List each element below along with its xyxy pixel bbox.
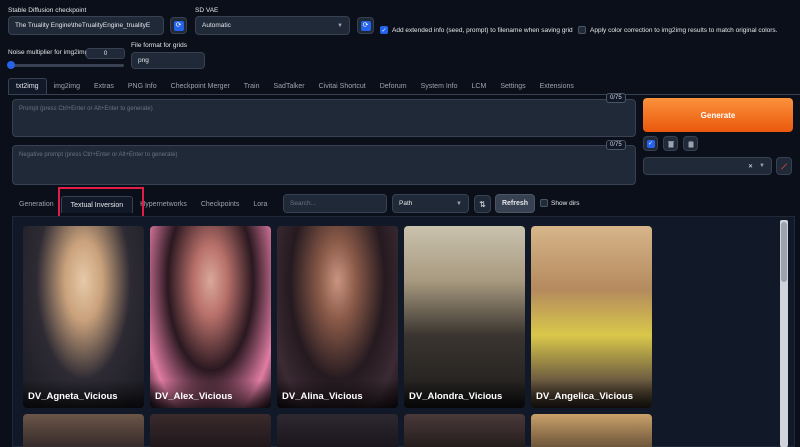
card-name: DV_Agneta_Vicious — [28, 391, 118, 402]
tab-settings[interactable]: Settings — [493, 78, 532, 94]
sort-dropdown[interactable]: Path ▼ — [392, 194, 469, 213]
card-angelica[interactable]: DV_Angelica_Vicious — [531, 226, 652, 408]
clear-icon[interactable]: ✕ — [748, 163, 753, 170]
file-format-value: png — [138, 57, 149, 64]
card-name: DV_Alondra_Vicious — [409, 391, 503, 402]
prompt-textarea[interactable]: Prompt (press Ctrl+Enter or Alt+Enter to… — [12, 99, 636, 137]
clipboard-icon — [688, 140, 693, 147]
checkbox-icon: ✓ — [646, 139, 655, 148]
card-alondra[interactable]: DV_Alondra_Vicious — [404, 226, 525, 408]
generate-button[interactable]: Generate — [643, 98, 793, 132]
negative-prompt-textarea[interactable]: Negative prompt (press Ctrl+Enter or Alt… — [12, 145, 636, 185]
extended-info-checkbox[interactable]: ✓ — [380, 26, 388, 34]
refresh-vae-button[interactable]: ⟳ — [357, 17, 374, 34]
show-dirs-option[interactable]: Show dirs — [540, 199, 580, 207]
scrollbar-thumb[interactable] — [781, 222, 787, 282]
tab-extras[interactable]: Extras — [87, 78, 121, 94]
file-format-label: File format for grids — [131, 42, 187, 49]
refresh-icon: ⟳ — [173, 20, 184, 31]
extended-info-option[interactable]: ✓ Add extended info (seed, prompt) to fi… — [380, 26, 573, 34]
tab-civitai-shortcut[interactable]: Civitai Shortcut — [312, 78, 373, 94]
sort-arrows-icon: ⇅ — [479, 199, 486, 209]
refresh-checkpoint-button[interactable]: ⟳ — [170, 17, 187, 34]
show-dirs-label: Show dirs — [551, 199, 580, 207]
card-row2-5[interactable] — [531, 414, 652, 447]
prompt-token-counter: 0/75 — [606, 93, 626, 103]
paste-style-button[interactable] — [683, 136, 698, 151]
refresh-button[interactable]: Refresh — [495, 194, 535, 213]
tab-checkpoint-merger[interactable]: Checkpoint Merger — [164, 78, 237, 94]
vae-dropdown[interactable]: Automatic ▼ — [195, 16, 350, 35]
card-agneta[interactable]: DV_Agneta_Vicious — [23, 226, 144, 408]
tab-checkpoints[interactable]: Checkpoints — [194, 196, 247, 213]
main-tabs: txt2img img2img Extras PNG Info Checkpoi… — [8, 78, 581, 94]
tab-deforum[interactable]: Deforum — [373, 78, 414, 94]
color-correction-option[interactable]: Apply color correction to img2img result… — [578, 26, 778, 34]
tab-png-info[interactable]: PNG Info — [121, 78, 164, 94]
show-dirs-checkbox[interactable] — [540, 199, 548, 207]
color-correction-checkbox[interactable] — [578, 26, 586, 34]
chevron-down-icon: ▼ — [337, 22, 343, 29]
chevron-down-icon: ▼ — [759, 163, 765, 169]
edit-styles-button[interactable] — [776, 157, 792, 175]
color-correction-label: Apply color correction to img2img result… — [590, 26, 778, 34]
vae-value: Automatic — [202, 22, 231, 29]
card-alex[interactable]: DV_Alex_Vicious — [150, 226, 271, 408]
negative-prompt-token-counter: 0/75 — [606, 140, 626, 150]
extra-networks-search-input[interactable]: Search... — [283, 194, 387, 213]
tab-sadtalker[interactable]: SadTalker — [267, 78, 312, 94]
card-name: DV_Alina_Vicious — [282, 391, 363, 402]
tab-txt2img[interactable]: txt2img — [8, 78, 47, 94]
noise-label: Noise multiplier for img2img — [8, 49, 89, 56]
card-name: DV_Angelica_Vicious — [536, 391, 633, 402]
refresh-icon: ⟳ — [360, 20, 371, 31]
vae-label: SD VAE — [195, 7, 219, 14]
tab-train[interactable]: Train — [237, 78, 267, 94]
card-row2-3[interactable] — [277, 414, 398, 447]
card-name: DV_Alex_Vicious — [155, 391, 233, 402]
tab-extensions[interactable]: Extensions — [533, 78, 581, 94]
noise-slider-handle[interactable] — [7, 61, 15, 69]
tab-generation[interactable]: Generation — [12, 196, 61, 213]
extended-info-label: Add extended info (seed, prompt) to file… — [392, 26, 573, 34]
file-format-input[interactable]: png — [131, 52, 205, 69]
tab-lcm[interactable]: LCM — [465, 78, 494, 94]
tab-lora[interactable]: Lora — [246, 196, 274, 213]
brush-icon — [781, 163, 787, 170]
gallery-scrollbar[interactable] — [780, 220, 788, 447]
card-row2-4[interactable] — [404, 414, 525, 447]
styles-dropdown[interactable]: ✕ ▼ — [643, 157, 772, 175]
checkpoint-value: The Truality Engine\theTrualityEngine_tr… — [15, 22, 151, 29]
tab-img2img[interactable]: img2img — [47, 78, 87, 94]
sort-value: Path — [399, 200, 413, 207]
interrupt-button[interactable]: ✓ — [643, 136, 658, 151]
checkpoint-dropdown[interactable]: The Truality Engine\theTrualityEngine_tr… — [8, 16, 164, 35]
chevron-down-icon: ▼ — [456, 200, 462, 207]
clear-prompt-button[interactable] — [663, 136, 678, 151]
trash-icon — [667, 140, 674, 147]
checkpoint-label: Stable Diffusion checkpoint — [8, 7, 87, 14]
card-row2-2[interactable] — [150, 414, 271, 447]
card-row2-1[interactable] — [23, 414, 144, 447]
card-alina[interactable]: DV_Alina_Vicious — [277, 226, 398, 408]
tabs-divider — [8, 94, 800, 95]
sort-order-button[interactable]: ⇅ — [474, 195, 491, 213]
noise-slider-track[interactable] — [7, 61, 124, 69]
tab-system-info[interactable]: System Info — [414, 78, 465, 94]
noise-number-input[interactable]: 0 — [86, 48, 125, 59]
